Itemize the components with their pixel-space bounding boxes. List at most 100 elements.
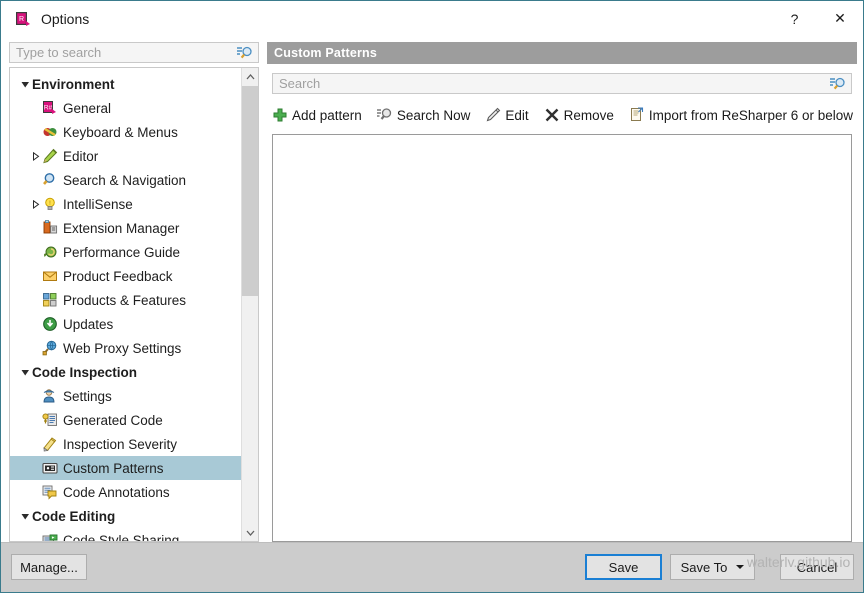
expander-placeholder xyxy=(28,384,42,408)
magnifier-icon xyxy=(376,107,393,123)
edit-label: Edit xyxy=(505,107,529,123)
sidebar-item-product-feedback[interactable]: Product Feedback xyxy=(10,264,242,288)
expander-placeholder xyxy=(28,216,42,240)
sidebar-search-input[interactable]: Type to search xyxy=(16,45,236,60)
snail-icon xyxy=(42,244,58,260)
manage-button[interactable]: Manage... xyxy=(11,554,87,580)
import-icon xyxy=(629,107,645,123)
svg-text:R#: R# xyxy=(44,105,53,112)
sidebar-item-performance-guide[interactable]: Performance Guide xyxy=(10,240,242,264)
sidebar-item-inspection-severity[interactable]: Inspection Severity xyxy=(10,432,242,456)
close-button[interactable]: ✕ xyxy=(817,1,863,36)
dialog-footer: Manage... Save Save To Cancel xyxy=(1,542,863,592)
import-resharper-button[interactable]: Import from ReSharper 6 or below xyxy=(629,107,853,123)
sidebar-item-code-annotations[interactable]: Code Annotations xyxy=(10,480,242,504)
search-icon[interactable] xyxy=(829,76,847,92)
expander-placeholder xyxy=(28,408,42,432)
search-now-button[interactable]: Search Now xyxy=(376,107,471,123)
sidebar-item-generated-code[interactable]: Generated Code xyxy=(10,408,242,432)
sidebar-item-label: General xyxy=(63,100,112,116)
sidebar-item-label: Search & Navigation xyxy=(63,172,187,188)
edit-button[interactable]: Edit xyxy=(485,107,529,123)
add-pattern-label: Add pattern xyxy=(292,107,362,123)
expander-expanded-icon[interactable] xyxy=(18,504,32,528)
sidebar-item-products-features[interactable]: Products & Features xyxy=(10,288,242,312)
import-resharper-label: Import from ReSharper 6 or below xyxy=(648,107,853,123)
sidebar-item-editor[interactable]: Editor xyxy=(10,144,242,168)
resharper-icon: R# xyxy=(42,100,58,116)
sidebar-item-keyboard-menus[interactable]: Keyboard & Menus xyxy=(10,120,242,144)
expander-placeholder xyxy=(28,480,42,504)
expander-placeholder xyxy=(28,456,42,480)
sidebar-search-box[interactable]: Type to search xyxy=(9,42,259,63)
settings-tree-list: Environment R# General Keyboard & Menus Edit… xyxy=(10,68,242,541)
sidebar-item-settings[interactable]: Settings xyxy=(10,384,242,408)
sidebar-item-code-editing[interactable]: Code Editing xyxy=(10,504,242,528)
save-button[interactable]: Save xyxy=(585,554,662,580)
scroll-down-button[interactable] xyxy=(242,524,258,541)
scroll-up-button[interactable] xyxy=(242,68,258,85)
expander-expanded-icon[interactable] xyxy=(18,72,32,96)
help-button[interactable]: ? xyxy=(772,1,817,36)
sidebar-item-code-inspection[interactable]: Code Inspection xyxy=(10,360,242,384)
expander-placeholder xyxy=(28,264,42,288)
sidebar-item-search-navigation[interactable]: Search & Navigation xyxy=(10,168,242,192)
remove-button[interactable]: Remove xyxy=(544,107,614,123)
expander-placeholder xyxy=(28,336,42,360)
pane-header: Custom Patterns xyxy=(267,42,857,64)
sidebar-item-general[interactable]: R# General xyxy=(10,96,242,120)
custom-patterns-icon xyxy=(42,460,58,476)
patterns-list[interactable] xyxy=(272,134,852,542)
scrollbar-thumb[interactable] xyxy=(242,86,258,296)
expander-collapsed-icon[interactable] xyxy=(28,192,42,216)
expander-expanded-icon[interactable] xyxy=(18,360,32,384)
sidebar-item-label: Code Annotations xyxy=(63,484,170,500)
lightbulb-icon: ! xyxy=(42,196,58,212)
sidebar-item-label: Custom Patterns xyxy=(63,460,164,476)
title-bar: R Options ? ✕ xyxy=(1,1,863,36)
patterns-search-input[interactable]: Search xyxy=(279,76,829,91)
sidebar-item-label: Keyboard & Menus xyxy=(63,124,178,140)
window-controls: ? ✕ xyxy=(772,1,863,36)
envelope-icon xyxy=(42,268,58,284)
pencil-icon xyxy=(485,107,501,123)
patterns-search-box[interactable]: Search xyxy=(272,73,852,94)
save-label: Save xyxy=(608,559,639,575)
sidebar-item-environment[interactable]: Environment xyxy=(10,72,242,96)
sidebar-item-label: Updates xyxy=(63,316,114,332)
x-cross-icon xyxy=(544,107,560,123)
window-title: Options xyxy=(41,10,90,27)
sidebar-item-updates[interactable]: Updates xyxy=(10,312,242,336)
options-dialog: R Options ? ✕ Type to search Environment… xyxy=(0,0,864,593)
manage-label: Manage... xyxy=(20,559,78,575)
search-now-label: Search Now xyxy=(396,107,471,123)
sidebar-group-label: Code Editing xyxy=(32,508,116,524)
watermark: walterlv.github.io xyxy=(747,554,851,570)
sidebar-scrollbar[interactable] xyxy=(241,68,258,541)
generated-code-icon xyxy=(42,412,58,428)
code-style-icon xyxy=(42,532,58,541)
settings-tree[interactable]: Environment R# General Keyboard & Menus Edit… xyxy=(9,67,259,542)
sidebar-item-web-proxy-settings[interactable]: Web Proxy Settings xyxy=(10,336,242,360)
sidebar-item-label: Generated Code xyxy=(63,412,163,428)
expander-placeholder xyxy=(28,288,42,312)
plus-green-icon xyxy=(272,107,288,123)
expander-collapsed-icon[interactable] xyxy=(28,144,42,168)
settings-navigation-pane: Type to search Environment R# General Keybo… xyxy=(9,42,259,542)
save-to-button[interactable]: Save To xyxy=(670,554,755,580)
sidebar-item-label: Code Style Sharing xyxy=(63,532,180,542)
annotations-icon xyxy=(42,484,58,500)
sidebar-group-label: Environment xyxy=(32,76,115,92)
sidebar-item-label: Products & Features xyxy=(63,292,187,308)
sidebar-item-intellisense[interactable]: ! IntelliSense xyxy=(10,192,242,216)
sidebar-item-custom-patterns[interactable]: Custom Patterns xyxy=(10,456,242,480)
extension-icon xyxy=(42,220,58,236)
expander-placeholder xyxy=(28,120,42,144)
pencil-icon xyxy=(42,148,58,164)
sidebar-item-code-style-sharing[interactable]: Code Style Sharing xyxy=(10,528,242,542)
sidebar-item-label: Settings xyxy=(63,388,112,404)
search-icon[interactable] xyxy=(236,45,254,61)
sidebar-item-extension-manager[interactable]: Extension Manager xyxy=(10,216,242,240)
expander-placeholder xyxy=(28,312,42,336)
add-pattern-button[interactable]: Add pattern xyxy=(272,107,362,123)
